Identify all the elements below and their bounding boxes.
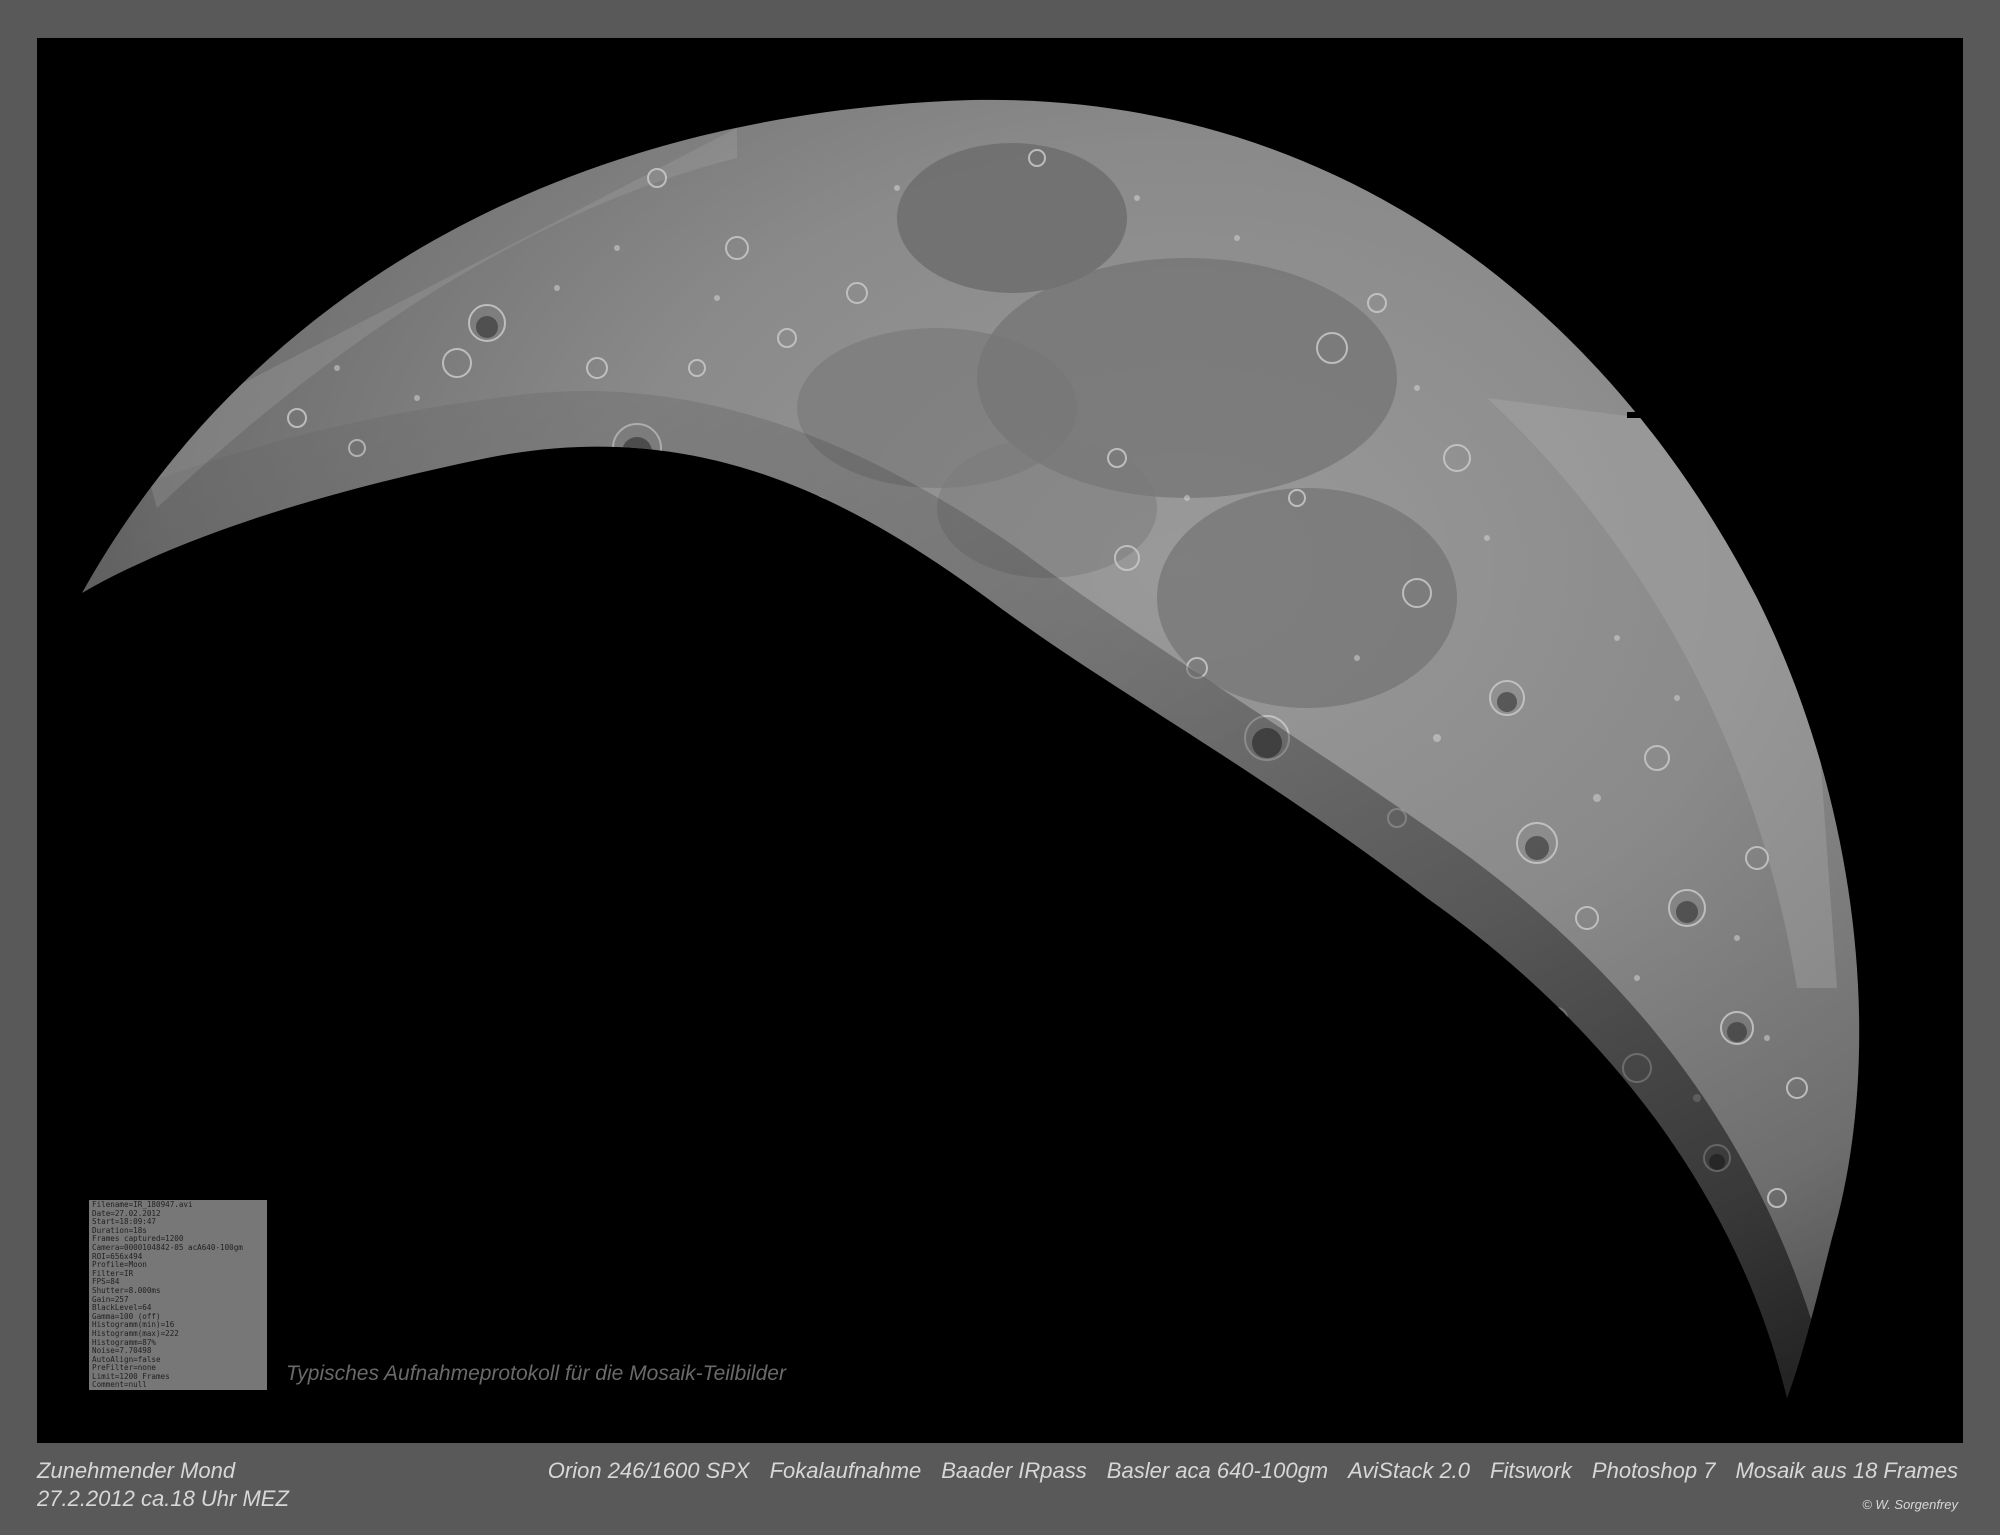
equipment-item: Photoshop 7 (1591, 1458, 1716, 1483)
equipment-item: Baader IRpass (941, 1458, 1087, 1483)
equipment-item: Orion 246/1600 SPX (547, 1458, 750, 1483)
capture-log-caption: Typisches Aufnahmeprotokoll für die Mosa… (286, 1362, 786, 1385)
capture-log-line: Comment=null (92, 1380, 147, 1390)
copyright-notice: © W. Sorgenfrey (1862, 1497, 1958, 1512)
image-title: Zunehmender Mond (37, 1458, 236, 1483)
equipment-item: Fokalaufnahme (769, 1458, 922, 1483)
moon-crescent-image (82, 99, 1860, 1398)
equipment-item: AviStack 2.0 (1348, 1458, 1471, 1483)
equipment-item: Basler aca 640-100gm (1106, 1458, 1329, 1483)
equipment-item: Mosaik aus 18 Frames (1735, 1458, 1958, 1483)
equipment-item: Fitswork (1490, 1458, 1572, 1483)
equipment-list: Orion 246/1600 SPX Fokalaufnahme Baader IR… (548, 1458, 1958, 1484)
moon-photo: Filename=IR_180947.avi Date=27.02.2012 Sta… (37, 38, 1963, 1443)
image-date: 27.2.2012 ca.18 Uhr MEZ (37, 1486, 289, 1511)
capture-log-panel: Filename=IR_180947.avi Date=27.02.2012 Sta… (89, 1200, 267, 1390)
